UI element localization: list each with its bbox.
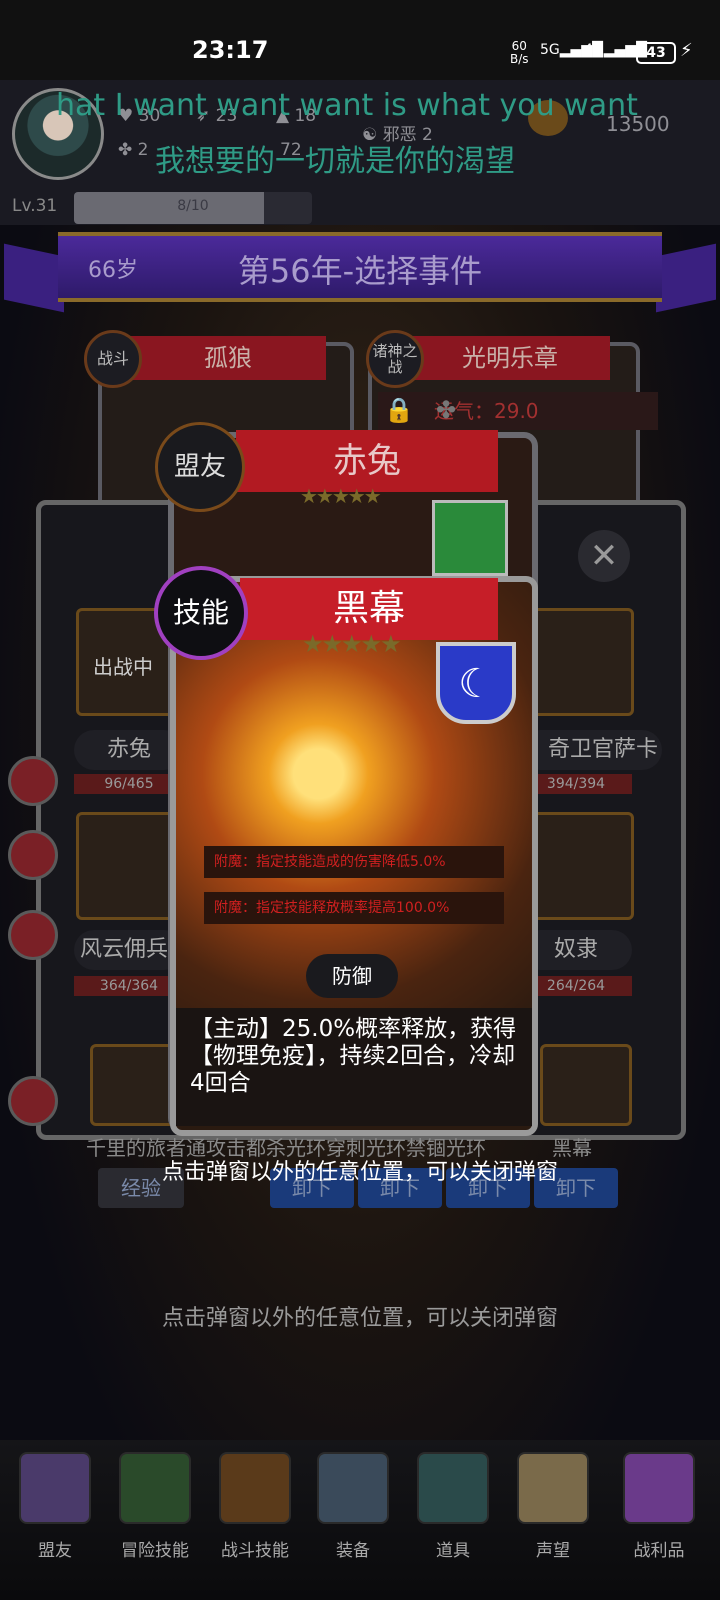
event-title: 第56年-选择事件 (237, 252, 483, 290)
side-button-2[interactable] (8, 830, 58, 880)
ally-slot-4[interactable] (526, 812, 634, 920)
treasure-chest-icon (623, 1452, 695, 1524)
lock-icon: 🔒 (384, 396, 414, 424)
close-hint-lower: 点击弹窗以外的任意位置，可以关闭弹窗 (161, 1306, 558, 1331)
skill-card-tag: 技能 (154, 566, 248, 660)
game-screen: 23:17 60 B/s 5G▂▄▆█ 4G▂▄▆█ 43 ⚡ ♥ 30 ➶ 23… (0, 0, 720, 1600)
ally-card-stars: ★★★★★ (300, 484, 382, 508)
lyric-line-1: hat I want want want is what you want (56, 88, 638, 123)
net-speed: 60 B/s (510, 39, 529, 66)
scroll-icon (517, 1452, 589, 1524)
nav-allies[interactable]: 盟友 (10, 1452, 100, 1592)
charging-icon: ⚡ (680, 40, 693, 61)
close-hint: 点击弹窗以外的任意位置，可以关闭弹窗 (161, 1160, 558, 1185)
ally-slot-2-name: 奇卫官萨卡 (520, 730, 662, 770)
lyric-line-2: 我想要的一切就是你的渴望 (155, 144, 515, 179)
ally-card-tag: 盟友 (155, 422, 245, 512)
handshake-icon (19, 1452, 91, 1524)
event-card-left-title: 孤狼 (130, 336, 326, 380)
nav-loot[interactable]: 战利品 (614, 1452, 704, 1592)
skill-slot-right[interactable] (540, 1044, 632, 1126)
stat-luck-icon: ✤ 2 (118, 140, 149, 160)
player-level: Lv.31 (12, 196, 58, 216)
luck-requirement: 运气：29.0 (378, 392, 658, 430)
nav-equipment[interactable]: 装备 (308, 1452, 398, 1592)
moon-icon: ☾ (436, 642, 516, 724)
clock: 23:17 (192, 36, 269, 64)
event-card-left-tag: 战斗 (84, 330, 142, 388)
skill-type-badge: 防御 (306, 954, 398, 998)
nav-reputation[interactable]: 声望 (508, 1452, 598, 1592)
ribbon-right-tail (656, 243, 716, 313)
skill-card-stars: ★★★★★ (302, 630, 402, 658)
claw-icon (432, 500, 508, 576)
nav-adventure-skills[interactable]: 冒险技能 (110, 1452, 200, 1592)
crossed-swords-icon (317, 1452, 389, 1524)
item-bag-icon (417, 1452, 489, 1524)
status-bar: 23:17 60 B/s 5G▂▄▆█ 4G▂▄▆█ 43 ⚡ (0, 0, 720, 80)
clover-icon: ✤ (436, 396, 457, 424)
event-card-right-title: 光明乐章 (410, 336, 610, 380)
side-button-1[interactable] (8, 756, 58, 806)
event-card-right-tag: 诸神之战 (366, 330, 424, 388)
enchant-line-2: 附魔：指定技能释放概率提高100.0% (204, 892, 504, 924)
enchant-line-1: 附魔：指定技能造成的伤害降低5.0% (204, 846, 504, 878)
exp-text: 8/10 (177, 198, 209, 214)
nav-battle-skills[interactable]: 战斗技能 (210, 1452, 300, 1592)
nav-items[interactable]: 道具 (408, 1452, 498, 1592)
ally-slot-2[interactable] (526, 608, 634, 716)
close-icon[interactable]: ✕ (578, 530, 630, 582)
ally-card-name: 赤兔 (236, 430, 498, 492)
battery-icon: 43 (636, 42, 676, 64)
side-button-4[interactable] (8, 1076, 58, 1126)
ribbon-left-tail (4, 243, 64, 313)
backpack-icon (219, 1452, 291, 1524)
skill-description: 【主动】25.0%概率释放，获得【物理免疫】，持续2回合，冷却4回合 (176, 1008, 532, 1126)
side-button-3[interactable] (8, 910, 58, 960)
spellbook-icon (119, 1452, 191, 1524)
